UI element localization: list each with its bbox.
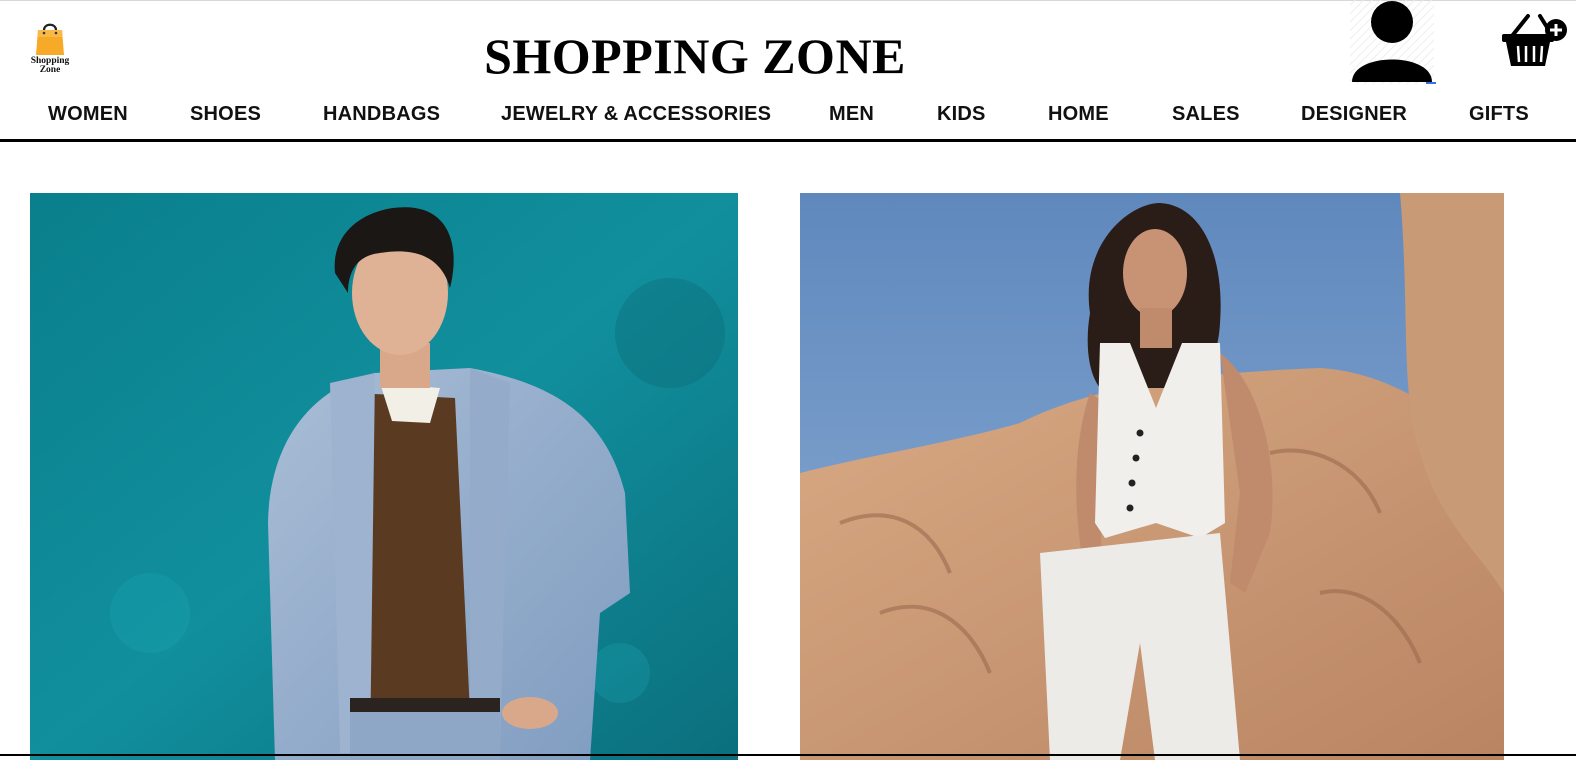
- cart-button[interactable]: [1498, 12, 1570, 72]
- nav-item-handbags[interactable]: HANDBAGS: [323, 100, 440, 128]
- top-divider: [0, 0, 1576, 1]
- hero-image-men: [30, 193, 738, 760]
- nav-item-jewelry-accessories[interactable]: JEWELRY & ACCESSORIES: [501, 100, 771, 128]
- account-button[interactable]: [1346, 0, 1438, 84]
- nav-item-shoes[interactable]: SHOES: [190, 100, 261, 128]
- page: Shopping Zone SHOPPING ZONE WOMEN SHOES …: [0, 0, 1576, 760]
- bottom-divider: [0, 754, 1576, 756]
- nav-item-kids[interactable]: KIDS: [937, 100, 986, 128]
- nav-item-home[interactable]: HOME: [1048, 100, 1109, 128]
- nav-item-designer[interactable]: DESIGNER: [1301, 100, 1407, 128]
- nav-item-gifts[interactable]: GIFTS: [1469, 100, 1529, 128]
- nav-item-sales[interactable]: SALES: [1172, 100, 1240, 128]
- main-nav: WOMEN SHOES HANDBAGS JEWELRY & ACCESSORI…: [0, 100, 1576, 128]
- hero-tile-men[interactable]: [30, 193, 738, 760]
- hero-image-women: [800, 193, 1504, 760]
- nav-item-women[interactable]: WOMEN: [48, 100, 128, 128]
- site-title: SHOPPING ZONE: [484, 28, 906, 84]
- shopping-basket-add-icon: [1502, 14, 1567, 66]
- hero-tile-women[interactable]: [800, 193, 1504, 760]
- nav-item-men[interactable]: MEN: [829, 100, 874, 128]
- nav-divider: [0, 139, 1576, 142]
- user-account-icon: [1350, 0, 1436, 84]
